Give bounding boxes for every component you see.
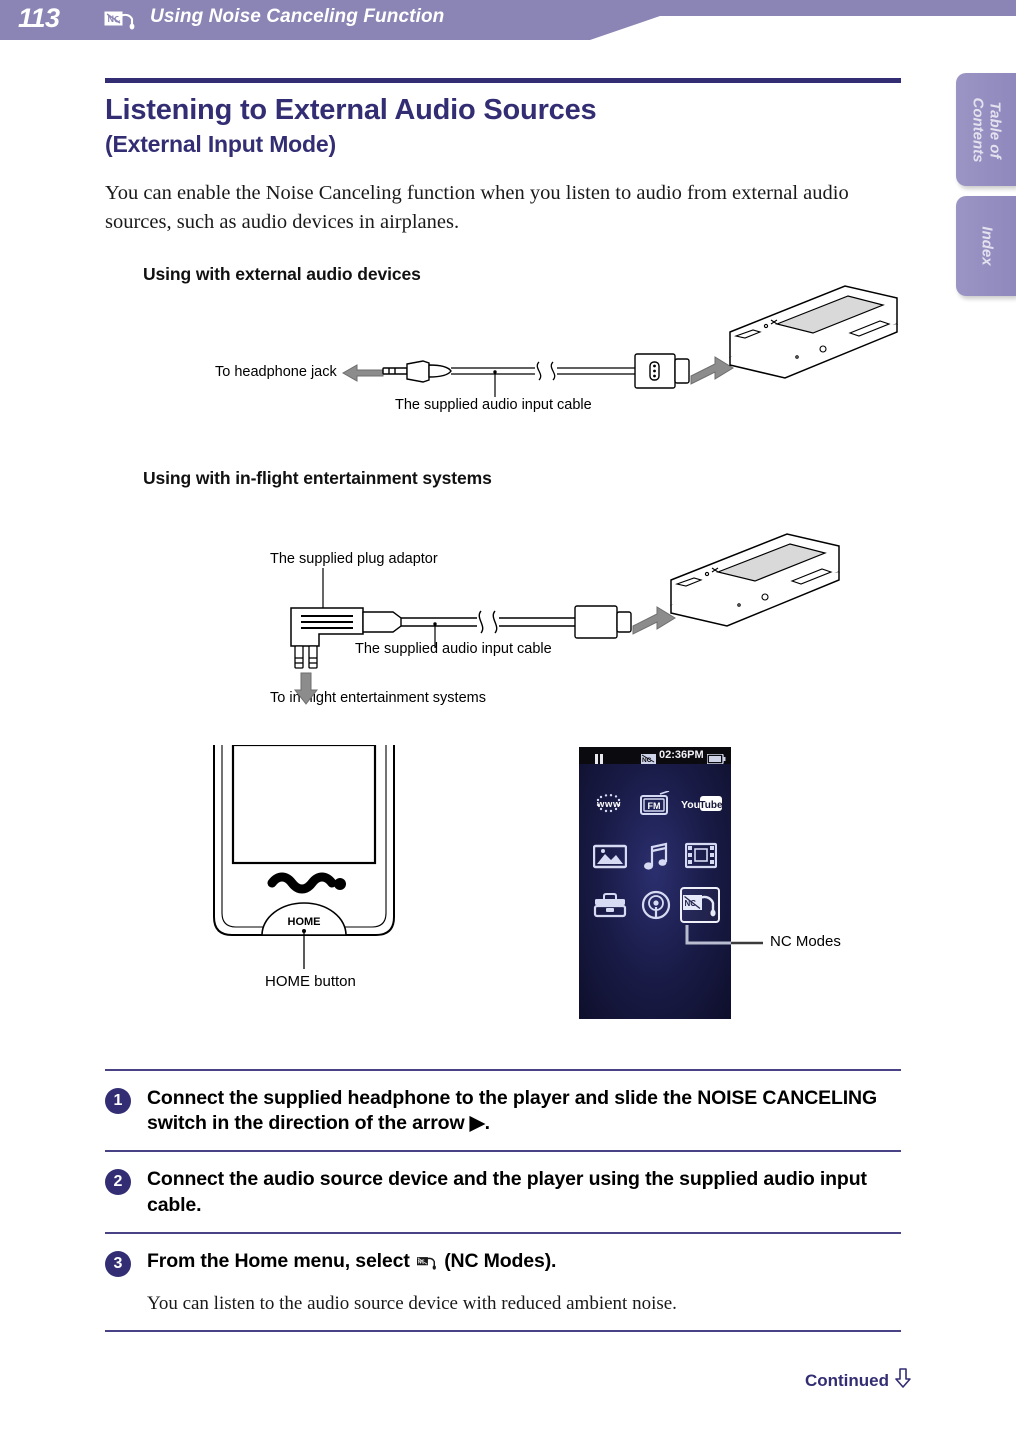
table-of-contents-tab-label: Table of Contents: [970, 97, 1004, 162]
svg-text:www: www: [596, 799, 621, 810]
step-item-3: 3 From the Home menu, select NC (NC Mode…: [105, 1234, 901, 1330]
table-of-contents-tab[interactable]: Table of Contents: [956, 73, 1016, 186]
home-screen: NC 02:36PM www FM You Tube NC: [579, 746, 731, 1019]
figure2-illustration: [290, 532, 840, 705]
fm-radio-icon[interactable]: FM: [638, 789, 672, 824]
page-header: 113 N C Using Noise Canceling Function: [0, 0, 1016, 40]
step-number-badge: 1: [105, 1087, 131, 1114]
youtube-icon[interactable]: You Tube: [681, 793, 723, 820]
step-3-note: You can listen to the audio source devic…: [147, 1293, 677, 1315]
noise-canceling-headphone-icon: N C: [104, 9, 138, 31]
nc-modes-callout-label: NC Modes: [770, 932, 841, 950]
step-3-text-before: From the Home menu, select: [147, 1250, 415, 1273]
home-button-label: HOME button: [265, 972, 356, 990]
music-icon[interactable]: [641, 841, 671, 876]
svg-text:HOME: HOME: [288, 916, 321, 928]
down-arrow-icon: [895, 1368, 911, 1393]
page-title: Using Noise Canceling Function: [150, 6, 445, 27]
step-item-2: 2 Connect the audio source device and th…: [105, 1152, 901, 1232]
title-divider: [105, 78, 901, 83]
step-number-badge: 2: [105, 1169, 131, 1196]
internet-browser-icon[interactable]: www: [592, 793, 626, 824]
step-item-1: 1 Connect the supplied headphone to the …: [105, 1071, 901, 1151]
settings-toolbox-icon[interactable]: [593, 892, 627, 924]
videos-icon[interactable]: [684, 842, 718, 874]
svg-text:Tube: Tube: [699, 800, 723, 811]
figure1-illustration: [341, 284, 898, 397]
step-3-text-after: (NC Modes).: [438, 1250, 557, 1273]
svg-text:NC: NC: [418, 1260, 425, 1266]
index-tab-label: Index: [978, 226, 996, 266]
document-title-line1: Listening to External Audio Sources: [105, 94, 597, 126]
svg-text:NC: NC: [642, 757, 652, 764]
toc-label-line1: Table of: [986, 101, 1004, 158]
nc-modes-icon[interactable]: NC: [680, 886, 720, 923]
svg-text:NC: NC: [685, 899, 697, 908]
step-divider-bottom: [105, 1329, 901, 1332]
podcast-icon[interactable]: [641, 890, 671, 925]
page-content: Listening to External Audio Sources (Ext…: [105, 78, 901, 1332]
figure-inflight-systems: Using with in-flight entertainment syste…: [105, 468, 901, 733]
steps-list: 1 Connect the supplied headphone to the …: [105, 1068, 901, 1332]
document-title: Listening to External Audio Sources (Ext…: [105, 94, 901, 157]
continued-footer: Continued: [805, 1368, 911, 1393]
svg-text:FM: FM: [648, 801, 661, 811]
photos-icon[interactable]: [592, 843, 628, 874]
figure-external-audio-devices: Using with external audio devices To hea…: [105, 264, 901, 444]
nc-modes-inline-icon: NC: [416, 1253, 437, 1279]
step-1-text: Connect the supplied headphone to the pl…: [147, 1086, 877, 1135]
index-tab[interactable]: Index: [956, 196, 1016, 296]
step-3-text: From the Home menu, select NC (NC Modes)…: [147, 1249, 901, 1279]
document-title-line2: (External Input Mode): [105, 130, 336, 157]
svg-text:You: You: [681, 799, 700, 811]
page-number: 113: [18, 3, 60, 33]
step-number-badge: 3: [105, 1251, 131, 1278]
status-time: 02:36PM: [659, 748, 704, 761]
toc-label-line2: Contents: [970, 97, 987, 162]
step-2-text: Connect the audio source device and the …: [147, 1168, 867, 1217]
figure-home-button-and-screen: HOME HOME button NC 02:36PM www FM You T…: [105, 744, 901, 1045]
continued-label: Continued: [804, 1370, 889, 1390]
intro-paragraph: You can enable the Noise Canceling funct…: [105, 182, 849, 234]
status-bar: NC 02:36PM: [579, 746, 731, 765]
